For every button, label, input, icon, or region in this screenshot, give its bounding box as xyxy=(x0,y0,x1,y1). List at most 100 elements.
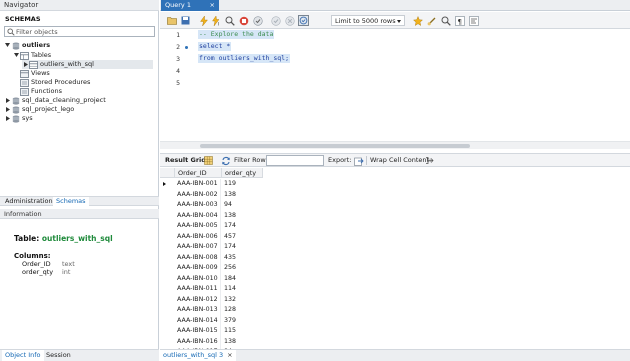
explain-icon[interactable] xyxy=(224,15,235,26)
tab-result-outliers-with-sql[interactable]: outliers_with_sql 3 × xyxy=(160,350,236,361)
table-row[interactable]: AAA-IBN-006 457 xyxy=(160,231,265,243)
expand-icon[interactable] xyxy=(4,114,11,123)
table-row[interactable]: AAA-IBN-004 138 xyxy=(160,210,265,222)
wrap-lines-icon[interactable] xyxy=(468,15,479,26)
stop-icon[interactable] xyxy=(238,15,249,26)
cell-order-qty[interactable]: 138 xyxy=(222,190,262,201)
find-icon[interactable] xyxy=(440,15,451,26)
cell-order-id[interactable]: AAA-IBN-012 xyxy=(175,294,221,305)
cell-order-id[interactable]: AAA-IBN-002 xyxy=(175,189,221,200)
cell-order-id[interactable]: AAA-IBN-015 xyxy=(175,326,221,337)
tab-query-1[interactable]: Query 1 × xyxy=(161,0,219,11)
limit-rows-select[interactable]: Limit to 5000 rows xyxy=(331,15,405,26)
beautify-icon[interactable] xyxy=(412,15,423,26)
collapse-icon[interactable] xyxy=(4,41,11,50)
grid-view-icon[interactable] xyxy=(203,155,214,166)
tree-item-views[interactable]: Views xyxy=(20,69,50,78)
table-row[interactable]: AAA-IBN-009 256 xyxy=(160,263,265,274)
cell-order-id[interactable]: AAA-IBN-009 xyxy=(175,263,221,274)
tree-item-db-sql-project-lego[interactable]: sql_project_lego xyxy=(4,105,74,114)
cell-order-id[interactable]: AAA-IBN-003 xyxy=(175,200,221,211)
scrollbar-thumb[interactable] xyxy=(200,144,470,148)
cell-order-id[interactable]: AAA-IBN-005 xyxy=(175,221,221,232)
cell-order-qty[interactable]: 379 xyxy=(222,316,262,327)
expand-icon[interactable] xyxy=(4,96,11,105)
cell-order-id[interactable]: AAA-IBN-001 xyxy=(175,179,221,190)
table-row[interactable]: AAA-IBN-016 138 xyxy=(160,336,265,348)
table-row[interactable]: AAA-IBN-001 119 xyxy=(160,179,265,190)
cell-order-qty[interactable]: 457 xyxy=(222,232,262,243)
wrap-cell-icon[interactable] xyxy=(424,155,435,166)
table-row[interactable]: AAA-IBN-005 174 xyxy=(160,221,265,232)
table-row[interactable]: AAA-IBN-008 435 xyxy=(160,252,265,264)
rollback-icon[interactable] xyxy=(284,15,295,26)
tab-session[interactable]: Session xyxy=(43,350,74,361)
cell-order-qty[interactable]: 119 xyxy=(222,179,262,190)
table-row[interactable]: AAA-IBN-002 138 xyxy=(160,189,265,201)
tree-item-db-outliers[interactable]: outliers xyxy=(4,41,50,50)
close-icon[interactable]: × xyxy=(227,351,232,359)
execute-current-icon[interactable]: I xyxy=(211,15,222,26)
cell-order-id[interactable]: AAA-IBN-014 xyxy=(175,315,221,326)
commit-icon[interactable] xyxy=(270,15,281,26)
toggle-continue-icon[interactable] xyxy=(252,15,263,26)
tree-item-db-sys[interactable]: sys xyxy=(4,114,33,123)
cell-order-id[interactable]: AAA-IBN-006 xyxy=(175,231,221,242)
tree-item-functions[interactable]: Functions xyxy=(20,87,62,96)
result-grid-label[interactable]: Result Grid xyxy=(165,154,206,167)
cell-order-qty[interactable]: 138 xyxy=(222,211,262,222)
sql-editor[interactable]: 1 2 3 4 5 -- Explore the data select * f… xyxy=(160,30,630,140)
tree-item-db-sql-data-cleaning[interactable]: sql_data_cleaning_project xyxy=(4,96,106,105)
collapse-icon[interactable] xyxy=(13,51,20,60)
cell-order-qty[interactable]: 114 xyxy=(222,284,262,295)
tab-schemas[interactable]: Schemas xyxy=(53,197,89,206)
cell-order-qty[interactable]: 94 xyxy=(222,200,262,211)
filter-objects-field[interactable] xyxy=(4,26,155,37)
tab-object-info[interactable]: Object Info xyxy=(2,350,44,361)
cell-order-id[interactable]: AAA-IBN-004 xyxy=(175,210,221,221)
cell-order-id[interactable]: AAA-IBN-016 xyxy=(175,336,221,347)
cell-order-qty[interactable]: 115 xyxy=(222,326,262,337)
table-row[interactable]: AAA-IBN-015 115 xyxy=(160,326,265,337)
tab-administration[interactable]: Administration xyxy=(2,197,56,206)
cell-order-qty[interactable]: 138 xyxy=(222,337,262,348)
table-row[interactable]: AAA-IBN-012 132 xyxy=(160,294,265,306)
column-header[interactable]: order_qty xyxy=(222,168,263,178)
expand-icon[interactable] xyxy=(22,60,29,69)
tree-item-tables[interactable]: Tables xyxy=(13,51,51,60)
invisible-chars-icon[interactable]: ¶ xyxy=(454,15,465,26)
execute-icon[interactable] xyxy=(198,15,209,26)
cell-order-id[interactable]: AAA-IBN-010 xyxy=(175,273,221,284)
cell-order-id[interactable]: AAA-IBN-013 xyxy=(175,305,221,316)
cell-order-qty[interactable]: 435 xyxy=(222,253,262,264)
refresh-icon[interactable] xyxy=(220,155,231,166)
open-folder-icon[interactable] xyxy=(166,15,177,26)
table-row[interactable]: AAA-IBN-010 184 xyxy=(160,273,265,285)
autocommit-icon[interactable] xyxy=(298,15,309,26)
export-icon[interactable] xyxy=(353,155,364,166)
save-icon[interactable] xyxy=(180,15,191,26)
cell-order-qty[interactable]: 184 xyxy=(222,274,262,285)
table-row[interactable]: AAA-IBN-003 94 xyxy=(160,200,265,211)
editor-horizontal-scrollbar[interactable] xyxy=(160,141,630,149)
filter-rows-input[interactable] xyxy=(266,155,324,166)
cell-order-id[interactable]: AAA-IBN-008 xyxy=(175,252,221,263)
table-row[interactable]: AAA-IBN-013 128 xyxy=(160,305,265,316)
tree-item-table-outliers-with-sql[interactable]: outliers_with_sql xyxy=(22,60,153,69)
cell-order-qty[interactable]: 256 xyxy=(222,263,262,274)
table-row[interactable]: AAA-IBN-007 174 xyxy=(160,242,265,253)
tree-item-stored-procedures[interactable]: Stored Procedures xyxy=(20,78,90,87)
cell-order-qty[interactable]: 132 xyxy=(222,295,262,306)
cell-order-id[interactable]: AAA-IBN-011 xyxy=(175,284,221,295)
cell-order-qty[interactable]: 174 xyxy=(222,221,262,232)
filter-objects-input[interactable] xyxy=(16,27,152,36)
cell-order-qty[interactable]: 174 xyxy=(222,242,262,253)
brush-icon[interactable] xyxy=(426,15,437,26)
table-row[interactable]: AAA-IBN-014 379 xyxy=(160,315,265,327)
close-icon[interactable]: × xyxy=(210,0,215,11)
table-row[interactable]: AAA-IBN-011 114 xyxy=(160,284,265,295)
cell-order-qty[interactable]: 128 xyxy=(222,305,262,316)
column-header[interactable]: Order_ID xyxy=(175,168,222,178)
expand-icon[interactable] xyxy=(4,105,11,114)
cell-order-id[interactable]: AAA-IBN-007 xyxy=(175,242,221,253)
